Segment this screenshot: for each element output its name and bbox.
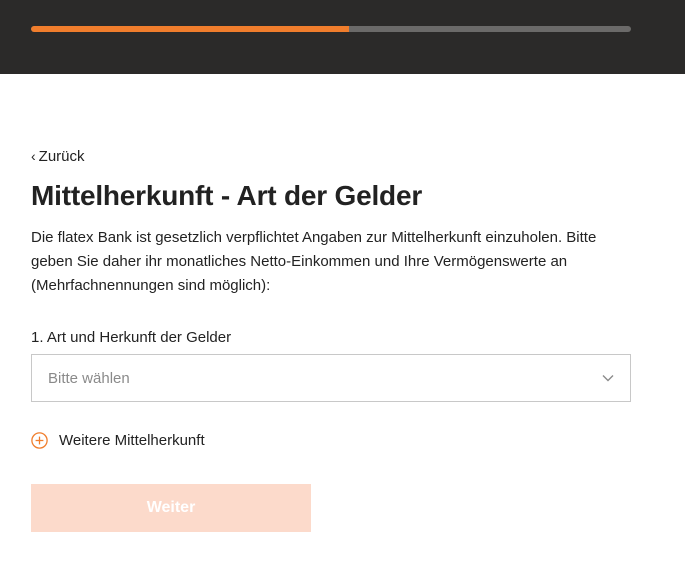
- source-select-placeholder: Bitte wählen: [48, 369, 130, 387]
- back-link-label: Zurück: [38, 147, 85, 165]
- plus-circle-icon: [31, 431, 48, 449]
- page-title: Mittelherkunft - Art der Gelder: [31, 180, 423, 211]
- chevron-down-icon: [602, 374, 614, 382]
- add-more-source-label: Weitere Mittelherkunft: [59, 431, 205, 449]
- back-link[interactable]: ‹ Zurück: [31, 146, 85, 166]
- add-more-source-button[interactable]: Weitere Mittelherkunft: [31, 430, 631, 450]
- progress-bar-fill: [31, 26, 349, 32]
- form-container: ‹ Zurück Mittelherkunft - Art der Gelder…: [31, 146, 631, 532]
- chevron-left-icon: ‹: [31, 148, 36, 164]
- progress-bar: [31, 26, 631, 32]
- header-bar: [0, 0, 685, 74]
- source-field-label: 1. Art und Herkunft der Gelder: [31, 329, 232, 346]
- page-description: Die flatex Bank ist gesetzlich verpflich…: [31, 229, 597, 294]
- continue-button[interactable]: Weiter: [31, 484, 311, 532]
- source-select[interactable]: Bitte wählen: [31, 354, 631, 402]
